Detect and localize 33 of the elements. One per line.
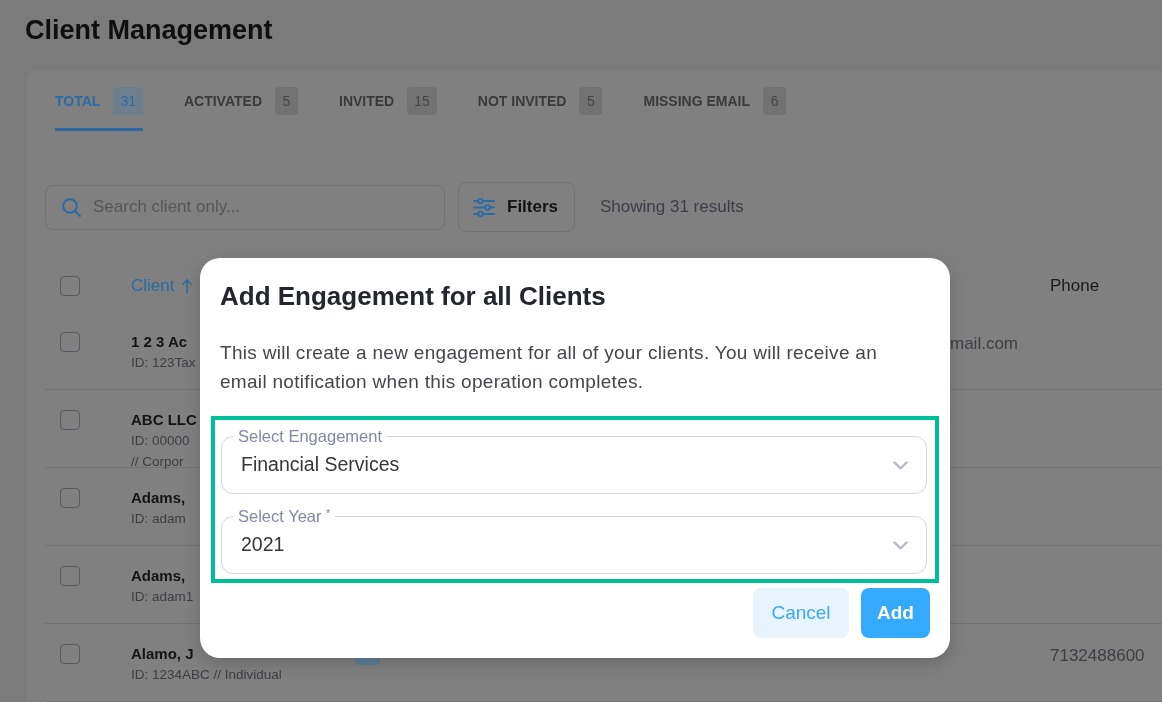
sliders-icon xyxy=(473,197,495,217)
client-details: ID: adam xyxy=(131,510,186,528)
row-checkbox[interactable] xyxy=(60,566,80,586)
row-checkbox[interactable] xyxy=(60,332,80,352)
select-all-checkbox[interactable] xyxy=(60,276,80,296)
column-header[interactable]: Phone xyxy=(1050,273,1100,299)
row-checkbox[interactable] xyxy=(60,644,80,664)
cancel-button[interactable]: Cancel xyxy=(753,588,849,638)
client-name: 1 2 3 Ac xyxy=(131,332,188,352)
email-address: mail.com xyxy=(950,334,1018,353)
dialog-message: This will create a new engagement for all of your clients. You will receive an email notification when this operation completes. xyxy=(220,341,879,394)
chevron-down-icon xyxy=(893,460,908,470)
results-count: Showing 31 results xyxy=(600,196,744,219)
client-details: // Corpor xyxy=(131,453,184,471)
row-checkbox[interactable] xyxy=(60,488,80,508)
client-details: ID: 1234ABC // Individual xyxy=(131,666,282,684)
filters-button[interactable]: Filters xyxy=(458,182,576,232)
client-name: ABC LLC xyxy=(131,410,197,430)
chevron-down-icon xyxy=(893,540,908,550)
row-checkbox[interactable] xyxy=(60,410,80,430)
client-name: Alamo, J xyxy=(131,644,194,664)
client-details: ID: 123Tax xyxy=(131,354,196,372)
client-name: Adams, xyxy=(131,488,186,508)
client-details: ID: adam1 xyxy=(131,588,194,606)
phone-number: 7132488600 xyxy=(1050,646,1145,665)
page-title: Client Management xyxy=(25,14,274,47)
client-details: ID: 00000 xyxy=(131,432,190,450)
add-button[interactable]: Add xyxy=(861,588,930,638)
search-icon xyxy=(62,197,81,217)
dialog-title: Add Engagement for all Clients xyxy=(220,280,607,312)
count-badge: 31 xyxy=(113,87,143,115)
client-name: Adams, xyxy=(131,566,186,586)
column-header[interactable]: Client xyxy=(131,273,193,299)
